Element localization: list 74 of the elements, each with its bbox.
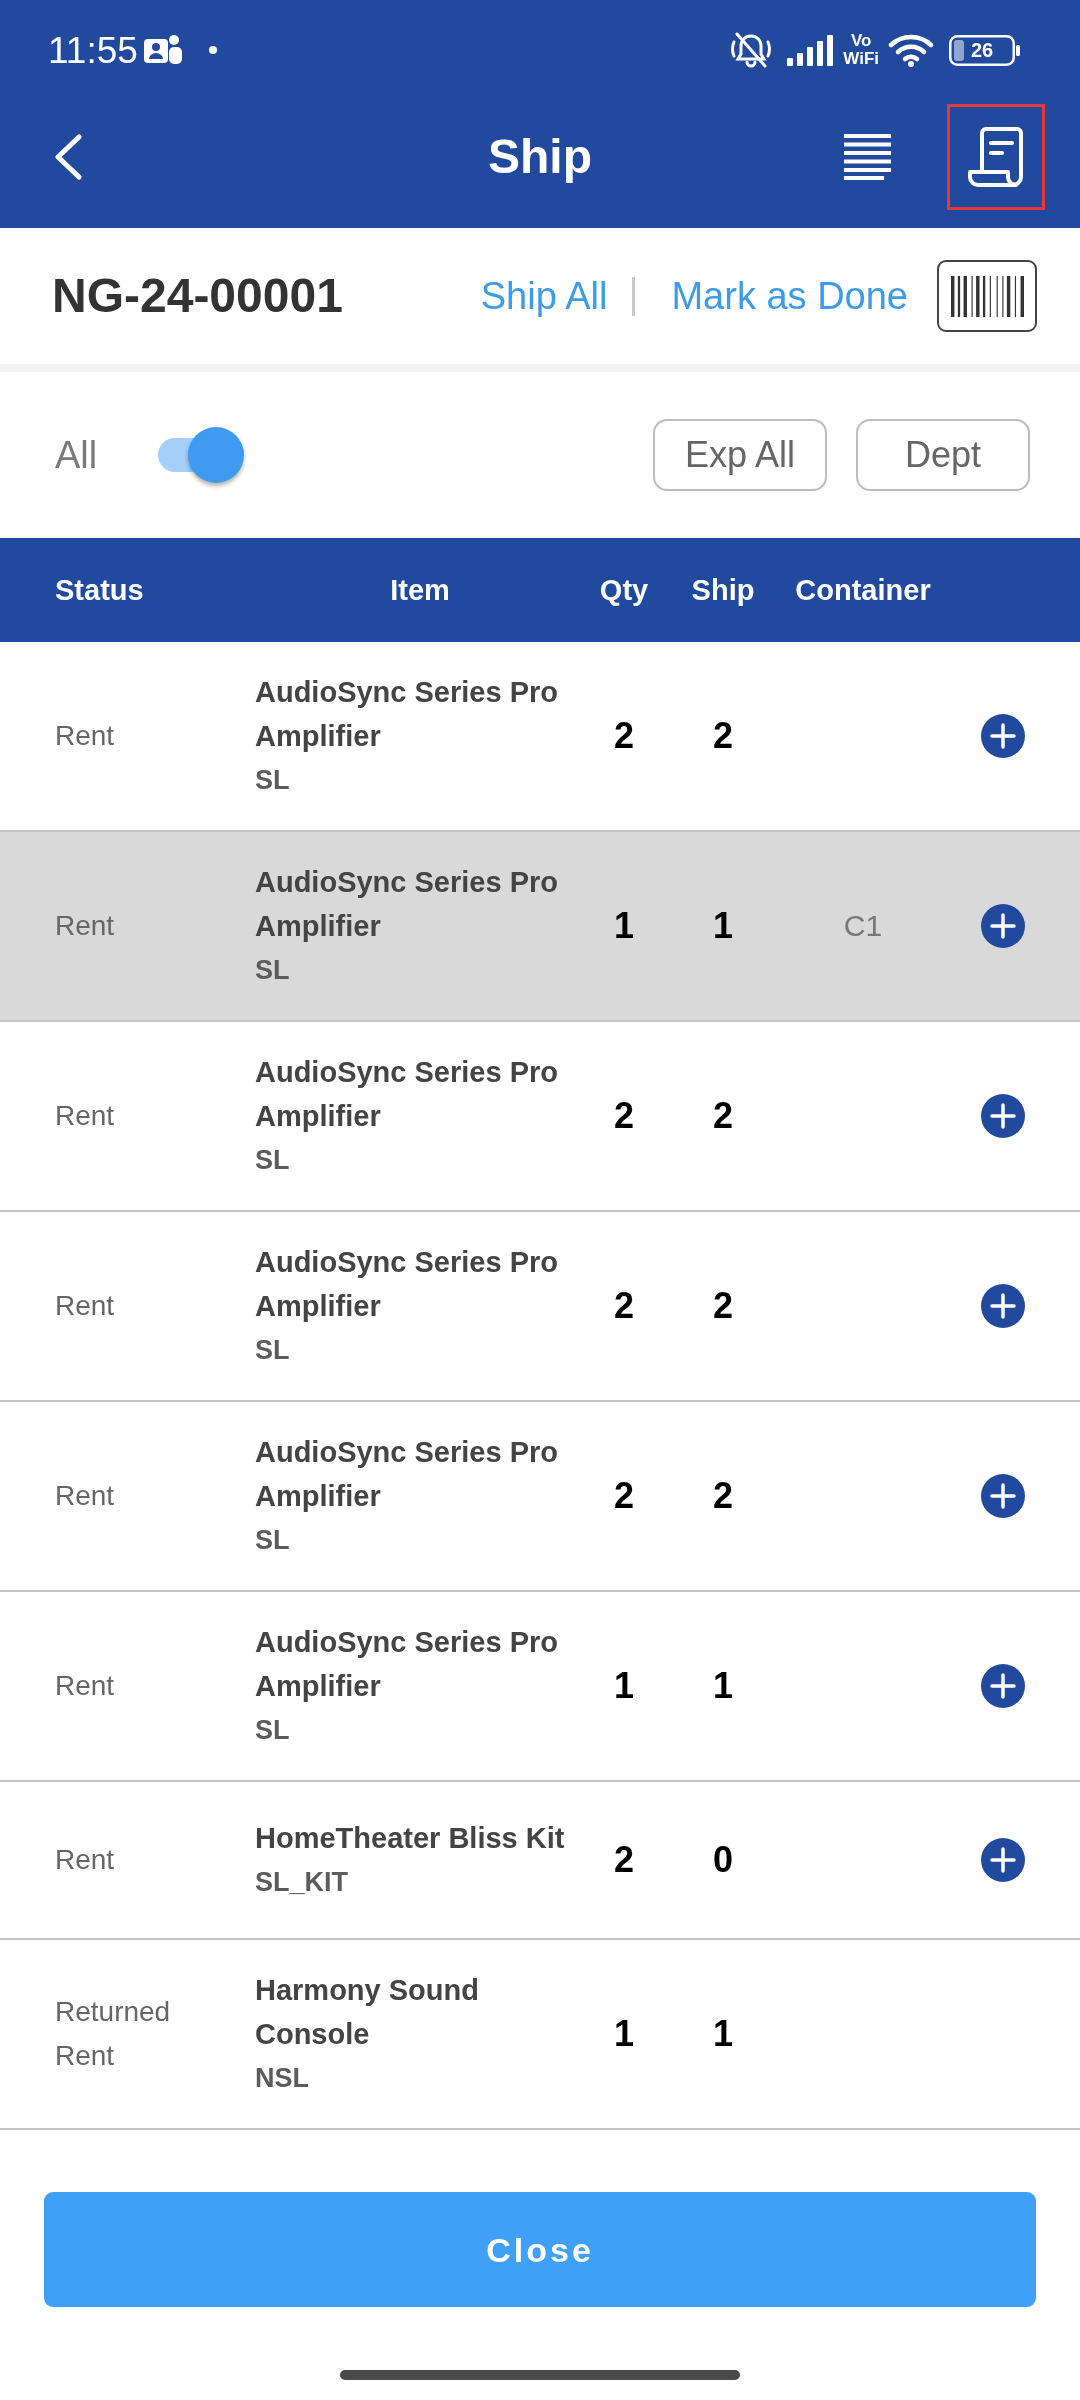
barcode-icon: [950, 275, 1024, 317]
add-icon[interactable]: [981, 904, 1025, 948]
ship-value: 2: [713, 1288, 733, 1324]
column-header: Status: [55, 575, 144, 605]
item-name: AudioSync Series Pro Amplifier: [255, 1625, 559, 1704]
add-icon[interactable]: [981, 1094, 1025, 1138]
qty-value: 1: [614, 1668, 634, 1704]
network-label: WiFi: [843, 50, 879, 68]
item-code: SL: [255, 954, 291, 987]
status-label: Returned Rent: [55, 1995, 172, 2073]
battery-icon: [949, 34, 1020, 66]
add-icon[interactable]: [981, 1284, 1025, 1328]
container-label: C1: [843, 911, 883, 941]
add-icon[interactable]: [981, 1474, 1025, 1518]
barcode-button[interactable]: [937, 260, 1037, 332]
qty-value: 2: [614, 1842, 634, 1878]
network-label: Vo: [850, 32, 872, 50]
add-icon[interactable]: [981, 1664, 1025, 1708]
receipt-icon: [967, 126, 1025, 188]
item-name: AudioSync Series Pro Amplifier: [255, 1435, 559, 1514]
qty-value: 1: [614, 908, 634, 944]
column-header: Container: [795, 575, 931, 605]
column-header: Qty: [599, 575, 649, 605]
column-header: Item: [390, 575, 450, 605]
back-icon: [53, 134, 83, 180]
ship-value: 2: [713, 1478, 733, 1514]
status-label: Rent: [55, 1479, 116, 1513]
status-label: Rent: [55, 1669, 116, 1703]
status-time: 11:55: [48, 31, 138, 69]
ship-value: 2: [713, 718, 733, 754]
item-code: SL: [255, 1524, 291, 1557]
list-icon: [843, 134, 891, 180]
item-name: AudioSync Series Pro Amplifier: [255, 675, 559, 754]
signal-icon: [787, 34, 835, 66]
ship-value: 1: [713, 2016, 733, 2052]
wifi-icon: [888, 33, 934, 67]
qty-value: 2: [614, 1478, 634, 1514]
item-code: SL: [255, 1334, 291, 1367]
receipt-button[interactable]: [947, 104, 1045, 210]
status-label: Rent: [55, 719, 116, 753]
ship-value: 1: [713, 1668, 733, 1704]
filter-button[interactable]: Exp All: [653, 419, 827, 491]
item-code: SL: [255, 1144, 291, 1177]
status-label: Rent: [55, 1289, 116, 1323]
item-name: AudioSync Series Pro Amplifier: [255, 865, 559, 944]
item-name: HomeTheater Bliss Kit: [255, 1821, 566, 1856]
item-name: Harmony Sound Console: [255, 1973, 480, 2052]
add-icon[interactable]: [981, 714, 1025, 758]
add-icon[interactable]: [981, 1838, 1025, 1882]
item-code: SL: [255, 1714, 291, 1747]
ship-value: 0: [713, 1842, 733, 1878]
table-row[interactable]: Rent AudioSync Series Pro Amplifier SL 1 1 C1: [0, 832, 1080, 1022]
qty-value: 2: [614, 718, 634, 754]
notification-dot-icon: [208, 46, 217, 54]
screen-title: Ship: [488, 133, 592, 181]
ship-value: 2: [713, 1098, 733, 1134]
all-toggle[interactable]: [158, 427, 245, 483]
battery-percent: 26: [970, 40, 995, 60]
qty-value: 1: [614, 2016, 634, 2052]
toggle-label: All: [55, 436, 98, 474]
status-label: Rent: [55, 1843, 116, 1877]
item-code: SL_KIT: [255, 1866, 349, 1899]
status-label: Rent: [55, 909, 116, 943]
qty-value: 2: [614, 1288, 634, 1324]
item-code: SL: [255, 764, 291, 797]
item-code: NSL: [255, 2062, 310, 2095]
item-name: AudioSync Series Pro Amplifier: [255, 1245, 559, 1324]
item-name: AudioSync Series Pro Amplifier: [255, 1055, 559, 1134]
column-header: Ship: [691, 575, 755, 605]
order-number: NG-24-00001: [52, 272, 343, 320]
filter-button[interactable]: Dept: [856, 419, 1030, 491]
ship-value: 1: [713, 908, 733, 944]
qty-value: 2: [614, 1098, 634, 1134]
status-label: Rent: [55, 1099, 116, 1133]
